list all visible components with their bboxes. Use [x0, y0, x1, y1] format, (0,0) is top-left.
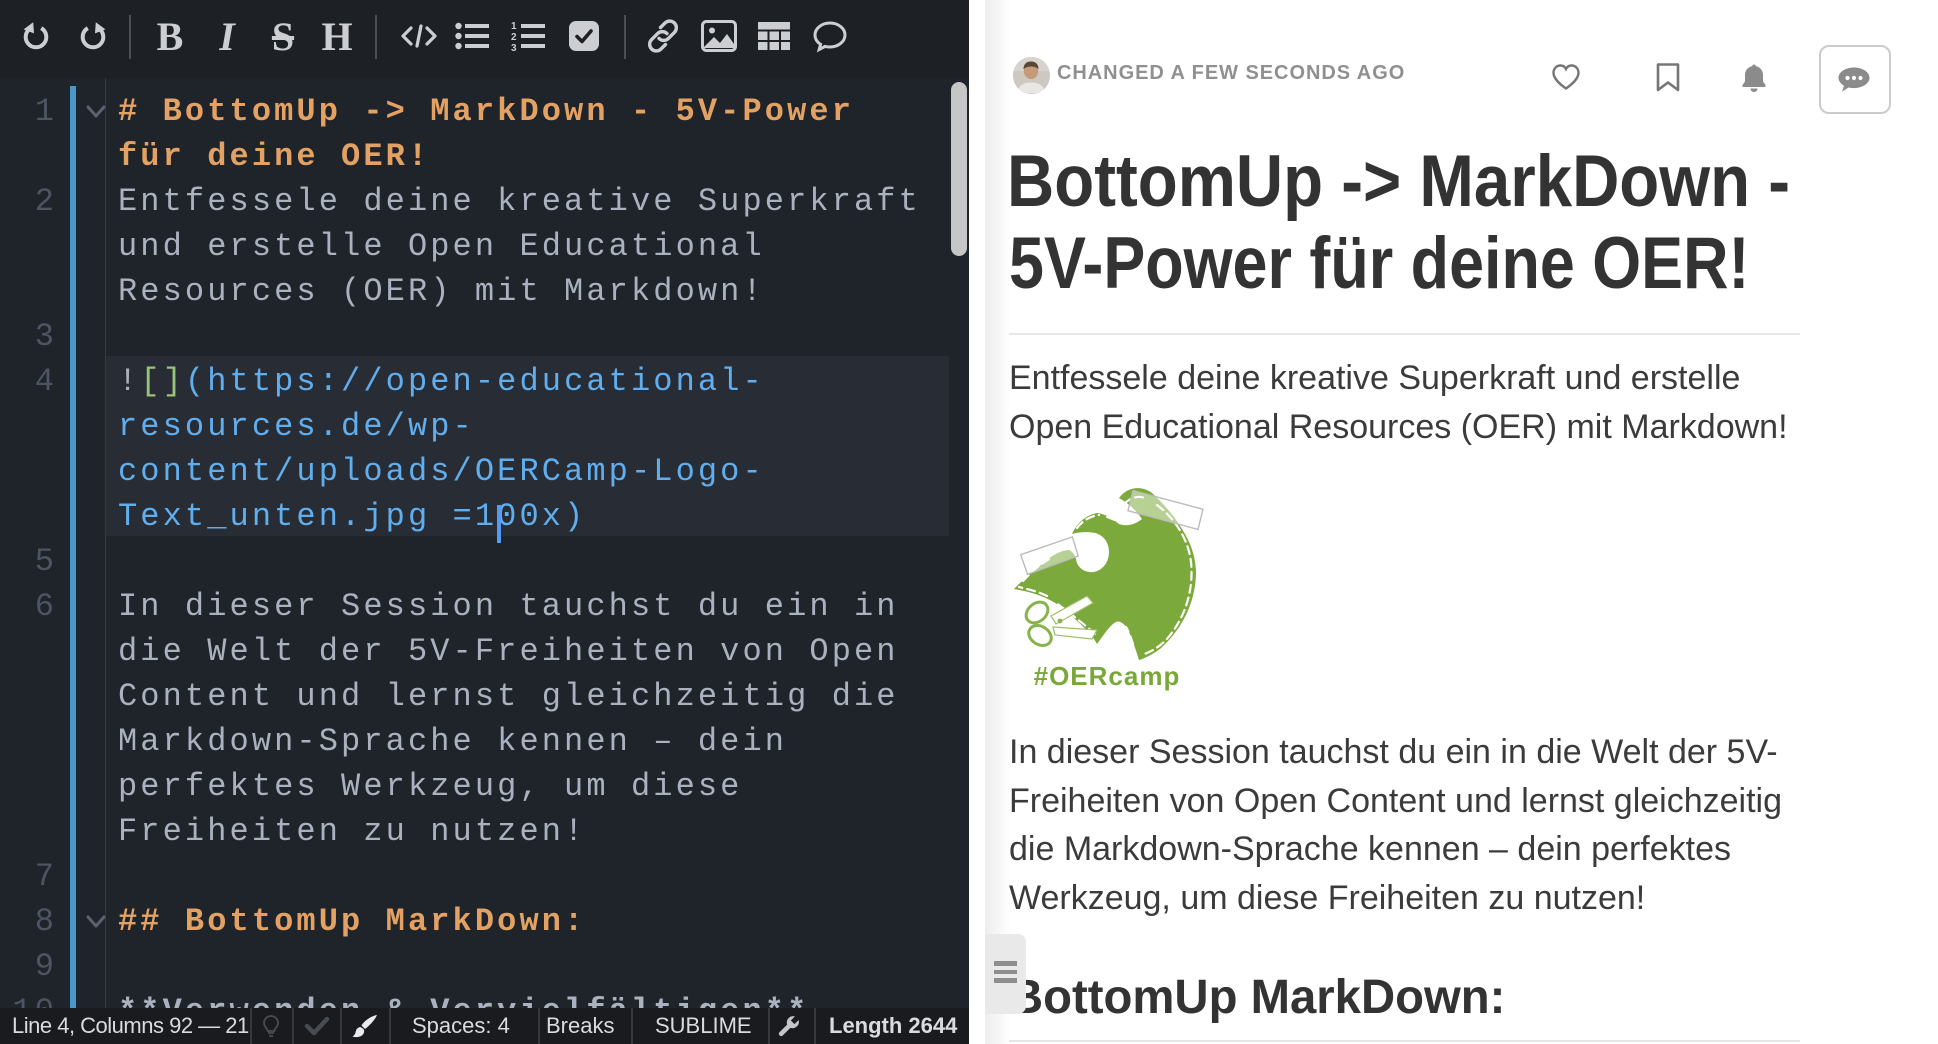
svg-text:#OERcamp: #OERcamp [1034, 661, 1181, 691]
svg-text:3: 3 [511, 43, 517, 54]
svg-text:1: 1 [511, 21, 517, 32]
svg-text:2: 2 [511, 32, 517, 43]
